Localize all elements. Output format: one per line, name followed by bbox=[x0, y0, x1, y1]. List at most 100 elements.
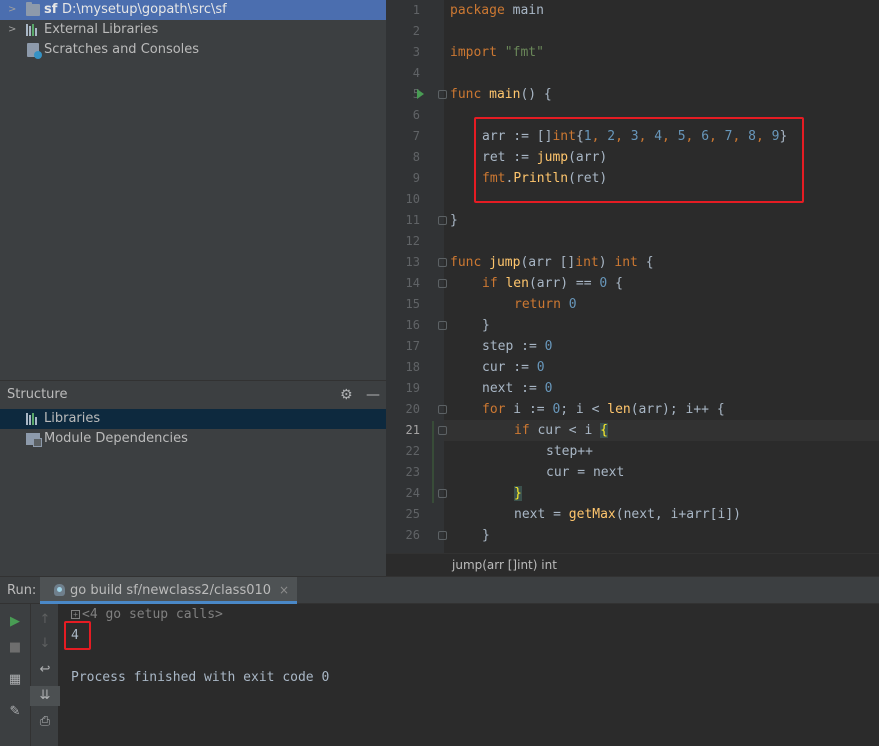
highlight-box bbox=[64, 621, 91, 650]
code-line: return 0 bbox=[514, 297, 577, 312]
line-number: 22 bbox=[405, 444, 420, 458]
soft-wrap-icon[interactable]: ↩ bbox=[30, 660, 60, 680]
scratches-label: Scratches and Consoles bbox=[44, 42, 200, 57]
breadcrumb-item[interactable]: jump(arr []int) int bbox=[452, 558, 557, 572]
line-number: 10 bbox=[405, 192, 420, 206]
code-line: } bbox=[482, 318, 490, 333]
line-number: 19 bbox=[405, 381, 420, 395]
run-panel: Run: go build sf/newclass2/class010 × ▶ … bbox=[0, 576, 879, 746]
line-number: 21 bbox=[405, 423, 420, 437]
line-number: 24 bbox=[405, 486, 420, 500]
print-icon[interactable]: ⎙ bbox=[30, 712, 60, 732]
scratches-icon bbox=[27, 43, 42, 59]
expand-arrow-icon[interactable]: > bbox=[8, 0, 16, 20]
code-line: next := 0 bbox=[482, 381, 553, 396]
code-editor[interactable]: 1 2 3 4 5 6 7 8 9 10 11 12 13 14 15 16 1… bbox=[386, 0, 879, 553]
fold-icon[interactable] bbox=[438, 531, 447, 540]
line-number: 3 bbox=[412, 45, 420, 59]
line-number: 11 bbox=[405, 213, 420, 227]
line-number: 14 bbox=[405, 276, 420, 290]
structure-header: Structure bbox=[0, 381, 386, 409]
line-number: 2 bbox=[412, 24, 420, 38]
stop-icon[interactable]: ■ bbox=[0, 638, 30, 658]
external-libraries-row[interactable]: > External Libraries bbox=[0, 20, 386, 40]
run-header: Run: go build sf/newclass2/class010 × bbox=[0, 577, 879, 604]
gear-icon[interactable]: ⚙ bbox=[340, 381, 353, 409]
line-number: 17 bbox=[405, 339, 420, 353]
folder-icon bbox=[26, 2, 40, 16]
line-number: 4 bbox=[412, 66, 420, 80]
breadcrumb[interactable]: jump(arr []int) int bbox=[386, 553, 879, 576]
code-line: next = getMax(next, i+arr[i]) bbox=[514, 507, 741, 522]
scroll-to-end-icon[interactable]: ⇊ bbox=[30, 686, 60, 706]
line-number: 13 bbox=[405, 255, 420, 269]
line-number: 23 bbox=[405, 465, 420, 479]
line-number: 1 bbox=[412, 3, 420, 17]
project-root-name: sf bbox=[44, 2, 58, 17]
code-line: step := 0 bbox=[482, 339, 553, 354]
console-line: + <4 go setup calls> bbox=[71, 604, 223, 625]
matched-brace: { bbox=[600, 423, 608, 438]
line-number: 20 bbox=[405, 402, 420, 416]
fold-icon[interactable] bbox=[438, 216, 447, 225]
project-panel: > sf D:\mysetup\gopath\src\sf > External… bbox=[0, 0, 386, 380]
fold-icon[interactable] bbox=[438, 258, 447, 267]
structure-item-module-dependencies[interactable]: Module Dependencies bbox=[0, 429, 386, 449]
structure-item-label: Module Dependencies bbox=[44, 431, 188, 446]
scratches-row[interactable]: Scratches and Consoles bbox=[0, 40, 386, 60]
code-line: } bbox=[450, 213, 458, 228]
pin-icon[interactable]: ✎ bbox=[0, 702, 30, 722]
close-icon[interactable]: × bbox=[279, 577, 289, 604]
minimize-icon[interactable]: — bbox=[366, 381, 380, 409]
code-line: } bbox=[482, 528, 490, 543]
code-line: cur = next bbox=[546, 465, 625, 480]
rerun-icon[interactable]: ▶ bbox=[0, 612, 30, 632]
project-root-path: D:\mysetup\gopath\src\sf bbox=[62, 2, 227, 17]
line-number: 26 bbox=[405, 528, 420, 542]
code-line: } bbox=[514, 483, 522, 504]
line-number: 12 bbox=[405, 234, 420, 248]
console-line: Process finished with exit code 0 bbox=[71, 670, 330, 685]
line-number: 8 bbox=[412, 150, 420, 164]
run-tab[interactable]: go build sf/newclass2/class010 × bbox=[40, 577, 298, 604]
layout-icon[interactable]: ▦ bbox=[0, 670, 30, 690]
fold-icon[interactable] bbox=[438, 405, 447, 414]
fold-icon[interactable] bbox=[438, 426, 447, 435]
current-line-highlight bbox=[444, 420, 879, 441]
line-number: 9 bbox=[412, 171, 420, 185]
fold-icon[interactable] bbox=[438, 279, 447, 288]
line-number: 5 bbox=[412, 87, 420, 101]
structure-title: Structure bbox=[7, 387, 68, 402]
arrow-up-icon[interactable]: ↑ bbox=[30, 610, 60, 630]
structure-item-label: Libraries bbox=[44, 411, 101, 426]
arrow-down-icon[interactable]: ↓ bbox=[30, 634, 60, 654]
expand-arrow-icon[interactable]: > bbox=[8, 20, 16, 40]
fold-icon[interactable] bbox=[438, 321, 447, 330]
code-line: cur := 0 bbox=[482, 360, 545, 375]
console-output[interactable]: + <4 go setup calls> 4 Process finished w… bbox=[59, 604, 879, 746]
line-number: 6 bbox=[412, 108, 420, 122]
code-line: for i := 0; i < len(arr); i++ { bbox=[482, 402, 725, 417]
highlight-box bbox=[474, 117, 804, 203]
vcs-change-marker bbox=[432, 421, 434, 503]
matched-brace: } bbox=[514, 486, 522, 501]
structure-item-libraries[interactable]: Libraries bbox=[0, 409, 386, 429]
line-number: 25 bbox=[405, 507, 420, 521]
module-dependencies-icon bbox=[26, 433, 42, 447]
code-line: package main bbox=[450, 3, 544, 18]
line-number: 15 bbox=[405, 297, 420, 311]
code-line: step++ bbox=[546, 444, 593, 459]
libraries-icon bbox=[26, 24, 40, 36]
code-line: if len(arr) == 0 { bbox=[482, 276, 623, 291]
code-line: func jump(arr []int) int { bbox=[450, 255, 654, 270]
code-line: func main() { bbox=[450, 87, 552, 102]
fold-icon[interactable] bbox=[438, 489, 447, 498]
structure-panel: Structure ⚙ — Libraries Module Dependenc… bbox=[0, 380, 386, 576]
project-root-row[interactable]: > sf D:\mysetup\gopath\src\sf bbox=[0, 0, 386, 20]
libraries-icon bbox=[26, 413, 40, 425]
fold-icon[interactable] bbox=[438, 90, 447, 99]
code-line: if cur < i { bbox=[514, 423, 608, 438]
run-tab-label: go build sf/newclass2/class010 bbox=[70, 583, 272, 598]
run-gutter-icon[interactable] bbox=[417, 89, 424, 99]
line-number: 18 bbox=[405, 360, 420, 374]
